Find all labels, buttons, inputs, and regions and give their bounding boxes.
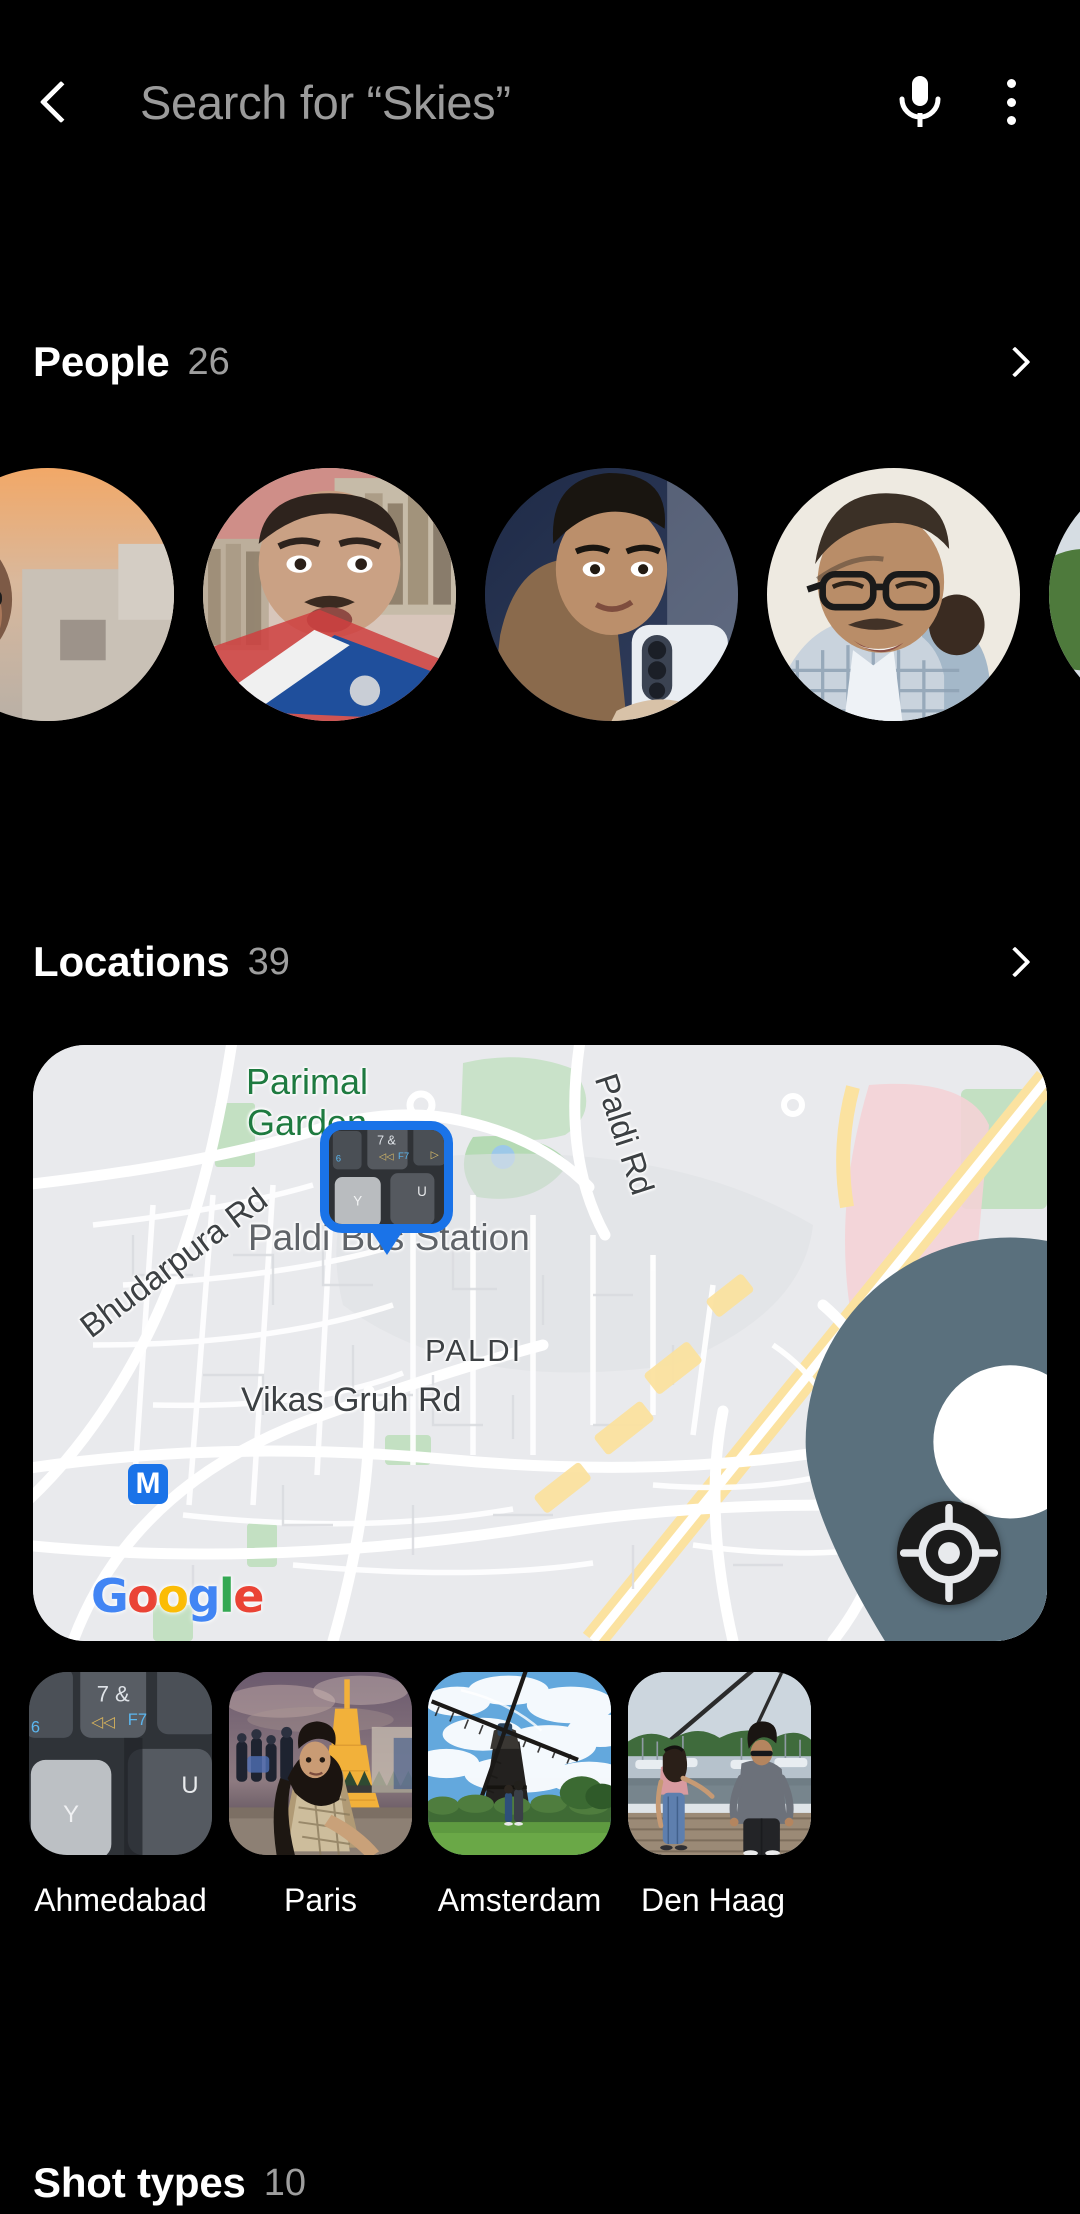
svg-text:Y: Y (353, 1194, 362, 1209)
chevron-right-icon[interactable] (999, 946, 1031, 978)
map-photo-marker-tail (369, 1229, 404, 1255)
search-toolbar: Search for “Skies” (0, 0, 1080, 204)
person-avatar-3[interactable] (485, 467, 738, 721)
parimal-line1: Parimal (246, 1061, 369, 1102)
svg-text:◁◁: ◁◁ (379, 1152, 394, 1163)
svg-text:U: U (417, 1184, 427, 1199)
google-letter-l: l (218, 1569, 235, 1623)
svg-text:6: 6 (336, 1154, 341, 1165)
location-thumbnail[interactable] (229, 1672, 412, 1855)
more-vertical-icon[interactable] (986, 74, 1036, 130)
svg-text:F7: F7 (398, 1151, 409, 1162)
overflow-dot-2 (1006, 97, 1016, 107)
google-letter-o1: o (127, 1569, 159, 1623)
google-letter-g2: g (187, 1569, 220, 1623)
location-thumbnail[interactable]: 7 & ◁◁ F7 6 Y U (29, 1672, 212, 1855)
my-location-icon (899, 1503, 999, 1603)
section-header-locations[interactable]: Locations 39 (0, 927, 1080, 997)
overflow-dot-3 (1006, 116, 1016, 125)
section-title-shot-types: Shot types (33, 2159, 246, 2206)
map-photo-marker[interactable]: 7 & ◁◁ F7 6 ▷ Y U (320, 1121, 453, 1255)
section-header-people[interactable]: People 26 (0, 327, 1080, 397)
svg-text:6: 6 (31, 1718, 40, 1736)
section-count-shot-types: 10 (263, 2161, 306, 2204)
location-item-den-haag[interactable]: Den Haag (628, 1672, 811, 1919)
chevron-left-icon (39, 80, 83, 124)
location-label: Paris (284, 1882, 357, 1918)
locations-map-card[interactable]: Parimal Garden Paldi Rd Bhudarpura Rd Pa… (33, 1045, 1047, 1641)
section-count-locations: 39 (247, 940, 290, 983)
person-avatar-2[interactable] (203, 467, 456, 721)
location-thumbnail[interactable] (428, 1672, 611, 1855)
search-input[interactable]: Search for “Skies” (140, 75, 892, 130)
location-thumbnails-row[interactable]: 7 & ◁◁ F7 6 Y U Ahmedabad Paris Amsterda… (0, 1672, 1080, 2022)
location-item-ahmedabad[interactable]: 7 & ◁◁ F7 6 Y U Ahmedabad (29, 1672, 212, 1919)
section-header-shot-types[interactable]: Shot types 10 (0, 2148, 1080, 2214)
location-label: Den Haag (641, 1882, 786, 1918)
google-letter-e: e (233, 1569, 264, 1623)
map-metro-marker[interactable]: M (128, 1464, 168, 1504)
map-label-vikas-gruh-rd: Vikas Gruh Rd (241, 1381, 462, 1419)
section-title-locations: Locations (33, 938, 230, 985)
section-title-people: People (33, 338, 170, 385)
location-item-paris[interactable]: Paris (229, 1672, 412, 1919)
svg-text:◁◁: ◁◁ (91, 1714, 116, 1731)
svg-text:Y: Y (63, 1801, 79, 1828)
location-label: Amsterdam (437, 1882, 602, 1918)
gallery-search-screen: Search for “Skies” People 26 Locations 3… (0, 0, 1080, 2214)
back-button[interactable] (39, 66, 110, 138)
my-location-button[interactable] (897, 1501, 1001, 1605)
microphone-icon[interactable] (892, 72, 948, 132)
svg-text:▷: ▷ (431, 1149, 440, 1161)
chevron-right-icon[interactable] (999, 346, 1031, 378)
google-letter-g1: G (91, 1569, 129, 1623)
person-avatar-1[interactable] (0, 467, 174, 721)
location-thumbnail[interactable] (628, 1672, 811, 1855)
svg-text:U: U (181, 1772, 198, 1799)
svg-text:7 &: 7 & (97, 1681, 130, 1706)
overflow-dot-1 (1006, 79, 1016, 88)
person-avatar-4[interactable] (767, 467, 1020, 721)
svg-text:F7: F7 (128, 1711, 147, 1729)
people-avatars-row[interactable] (0, 463, 1080, 725)
map-photo-marker-thumb: 7 & ◁◁ F7 6 ▷ Y U (320, 1121, 453, 1233)
section-count-people: 26 (187, 340, 230, 383)
location-item-amsterdam[interactable]: Amsterdam (428, 1672, 611, 1919)
google-letter-o2: o (157, 1569, 189, 1623)
toolbar-actions (892, 72, 1044, 132)
google-logo: Google (91, 1573, 264, 1619)
location-label: Ahmedabad (34, 1882, 207, 1918)
person-avatar-5[interactable] (1049, 467, 1080, 721)
map-pin-icon[interactable] (503, 1229, 1047, 1641)
svg-text:7 &: 7 & (377, 1133, 396, 1147)
